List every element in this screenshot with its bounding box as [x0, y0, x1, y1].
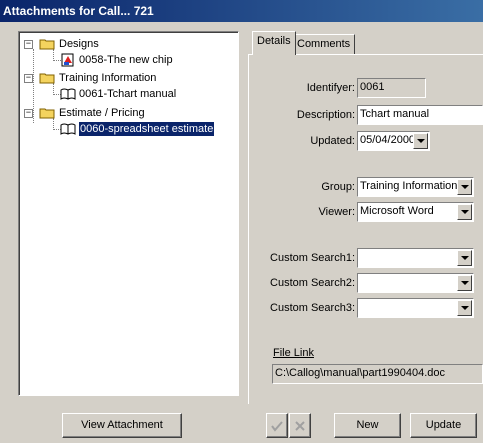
new-label: New — [356, 419, 379, 431]
chevron-down-icon[interactable] — [457, 179, 472, 195]
collapse-icon[interactable]: − — [24, 109, 33, 118]
tab-comments[interactable]: Comments — [292, 34, 356, 54]
view-attachment-label: View Attachment — [81, 419, 163, 431]
tab-label: Comments — [297, 38, 351, 50]
tree-item-label: 0061-Tchart manual — [79, 88, 177, 100]
book-icon — [60, 123, 76, 135]
viewer-value: Microsoft Word — [360, 205, 434, 217]
discard-button[interactable] — [289, 413, 311, 438]
tree-item-label: 0058-The new chip — [79, 54, 173, 66]
folder-icon — [39, 108, 55, 119]
tree-item-label: Training Information — [59, 72, 157, 84]
identifier-value: 0061 — [360, 81, 385, 93]
custom-search2-select[interactable] — [357, 273, 474, 293]
confirm-button[interactable] — [266, 413, 288, 438]
custom-search3-select[interactable] — [357, 298, 474, 318]
window-title-bar[interactable]: Attachments for Call... 721 — [0, 0, 483, 22]
identifier-label: Identifyer: — [306, 82, 355, 94]
tree-item-label: 0060-spreadsheet estimate — [77, 121, 216, 137]
description-label: Description: — [296, 109, 355, 121]
custom-search2-label: Custom Search2: — [270, 277, 355, 289]
custom-search1-label: Custom Search1: — [270, 252, 355, 264]
description-value: Tchart manual — [360, 108, 430, 120]
updated-label: Updated: — [310, 135, 355, 147]
tree-item-label: Estimate / Pricing — [59, 107, 145, 119]
viewer-label: Viewer: — [318, 206, 355, 218]
book-icon — [60, 88, 76, 100]
group-select[interactable]: Training Information — [357, 177, 474, 197]
view-attachment-button[interactable]: View Attachment — [62, 413, 182, 438]
file-link-value: C:\Callog\manual\part1990404.doc — [275, 367, 446, 379]
chevron-down-icon[interactable] — [457, 275, 472, 291]
chevron-down-icon[interactable] — [457, 250, 472, 266]
window-title: Attachments for Call... 721 — [3, 4, 154, 18]
folder-icon — [39, 39, 55, 50]
chevron-down-icon[interactable] — [457, 300, 472, 316]
new-button[interactable]: New — [334, 413, 401, 438]
updated-value: 05/04/2000 — [360, 134, 416, 146]
file-link-label: File Link — [273, 347, 314, 359]
collapse-icon[interactable]: − — [24, 74, 33, 83]
updated-date-picker[interactable]: 05/04/2000 — [357, 131, 430, 151]
group-label: Group: — [321, 181, 355, 193]
folder-icon — [39, 73, 55, 84]
group-value: Training Information — [360, 180, 458, 192]
tab-label: Details — [257, 35, 291, 47]
identifier-field: 0061 — [357, 78, 426, 98]
custom-search3-label: Custom Search3: — [270, 302, 355, 314]
document-icon — [61, 53, 74, 67]
custom-search1-select[interactable] — [357, 248, 474, 268]
cross-icon — [295, 421, 305, 431]
checkmark-icon — [271, 421, 283, 432]
update-label: Update — [425, 419, 462, 431]
file-link-field[interactable]: C:\Callog\manual\part1990404.doc — [272, 364, 483, 384]
tree-item-label: Designs — [59, 38, 99, 50]
chevron-down-icon[interactable] — [413, 133, 428, 149]
tab-details[interactable]: Details — [252, 31, 296, 55]
update-button[interactable]: Update — [410, 413, 477, 438]
description-field[interactable]: Tchart manual — [357, 105, 483, 125]
attachment-tree[interactable]: − Designs 0058-The new chip − Training I… — [18, 31, 239, 396]
collapse-icon[interactable]: − — [24, 40, 33, 49]
chevron-down-icon[interactable] — [457, 204, 472, 220]
viewer-select[interactable]: Microsoft Word — [357, 202, 474, 222]
